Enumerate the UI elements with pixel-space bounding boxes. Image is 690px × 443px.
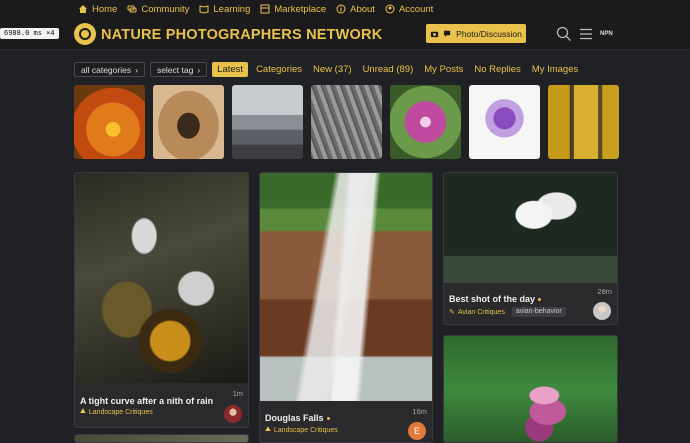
tag-dropdown[interactable]: select tag › [149, 62, 208, 77]
topic-card[interactable] [443, 335, 618, 443]
nav-home[interactable]: Home [78, 4, 117, 15]
user-avatar-npn[interactable]: NPN [600, 31, 613, 37]
thumbnail-pink-flower[interactable] [390, 85, 461, 159]
topic-timestamp: 1m [232, 389, 243, 398]
zoom-badge: 6988.0 ms ×4 [0, 28, 59, 39]
thumbnail-thistle[interactable] [469, 85, 540, 159]
chat-icon [444, 30, 451, 38]
search-icon[interactable] [556, 26, 572, 42]
category-dropdown-label: all categories [81, 64, 132, 75]
user-icon [385, 4, 395, 14]
topic-card[interactable] [74, 434, 249, 443]
tab-my-images[interactable]: My Images [529, 62, 581, 77]
topic-image-pink-leaf[interactable] [444, 336, 617, 442]
nav-home-label: Home [92, 3, 118, 15]
tab-latest[interactable]: Latest [212, 62, 249, 77]
avatar-letter: E [413, 426, 420, 436]
nav-learning-label: Learning [213, 3, 251, 15]
site-header: 6988.0 ms ×4 NATURE PHOTOGRAPHERS NETWOR… [0, 18, 690, 50]
topic-category[interactable]: ✎ Avian Critiques avian-behavior [449, 307, 566, 317]
featured-thumbnails [74, 85, 619, 159]
nav-about-label: About [350, 3, 375, 15]
chevron-right-icon: › [197, 64, 201, 75]
category-dropdown[interactable]: all categories › [74, 62, 145, 77]
home-icon [79, 5, 87, 13]
landscape-category-icon: ⛰ [265, 426, 271, 433]
topic-title[interactable]: A tight curve after a nith of rain [80, 396, 213, 406]
unread-dot [326, 417, 330, 421]
filter-bar: all categories › select tag › Latest Cat… [74, 62, 581, 77]
topic-timestamp: 28m [597, 287, 612, 296]
tab-no-replies[interactable]: No Replies [471, 62, 523, 77]
camera-icon [431, 31, 439, 38]
hamburger-menu-icon[interactable] [578, 26, 594, 42]
avatar[interactable] [593, 302, 611, 320]
topic-title[interactable]: Douglas Falls [265, 413, 330, 423]
feather-icon: ✎ [449, 309, 455, 316]
topic-card[interactable]: Douglas Falls ⛰ Landscape Critiques 16m … [259, 172, 433, 443]
topic-category-label: Avian Critiques [457, 308, 505, 316]
topic-category-label: Landscape Critiques [273, 426, 338, 434]
thumbnail-autumn-forest[interactable] [548, 85, 619, 159]
chat-icon [127, 5, 137, 13]
nav-marketplace-label: Marketplace [274, 3, 327, 15]
topic-image-partial[interactable] [75, 435, 248, 442]
unread-dot [538, 298, 542, 302]
landscape-category-icon: ⛰ [80, 408, 86, 415]
tab-categories[interactable]: Categories [253, 62, 305, 77]
nav-community-label: Community [141, 3, 190, 15]
site-title[interactable]: NATURE PHOTOGRAPHERS NETWORK [101, 27, 382, 43]
topic-category[interactable]: ⛰ Landscape Critiques [80, 408, 153, 416]
tab-unread[interactable]: Unread (89) [360, 62, 417, 77]
topic-timestamp: 16m [412, 407, 427, 416]
tab-my-posts[interactable]: My Posts [421, 62, 466, 77]
photo-discussion-label: Photo/Discussion [456, 28, 522, 39]
topic-title-text: Douglas Falls [265, 413, 324, 423]
book-icon [199, 5, 209, 14]
avatar[interactable]: E [408, 422, 426, 440]
topic-title[interactable]: Best shot of the day [449, 294, 542, 304]
topic-image-stream-rocks[interactable] [75, 173, 248, 383]
topic-title-text: Best shot of the day [449, 294, 536, 304]
nav-community[interactable]: Community [127, 4, 189, 15]
topic-image-egret[interactable] [444, 173, 617, 283]
tag-dropdown-label: select tag [156, 64, 194, 75]
nav-learning[interactable]: Learning [199, 4, 250, 15]
avatar[interactable] [224, 405, 242, 423]
info-icon [336, 4, 346, 14]
store-icon [260, 4, 270, 14]
nav-account-label: Account [398, 3, 434, 15]
site-logo[interactable] [74, 23, 96, 45]
topic-image-waterfall[interactable] [260, 173, 432, 401]
thumbnail-rocky-coast[interactable] [232, 85, 303, 159]
nav-marketplace[interactable]: Marketplace [260, 4, 326, 15]
thumbnail-owlets[interactable] [153, 85, 224, 159]
thumbnail-abstract-gray[interactable] [311, 85, 382, 159]
tag-chip[interactable]: avian-behavior [511, 307, 566, 317]
tab-new[interactable]: New (37) [310, 62, 355, 77]
topic-card[interactable]: Best shot of the day ✎ Avian Critiques a… [443, 172, 618, 325]
topic-card[interactable]: A tight curve after a nith of rain ⛰ Lan… [74, 172, 249, 428]
top-navigation: Home Community Learning Marketplace Abou… [0, 0, 690, 18]
topic-category[interactable]: ⛰ Landscape Critiques [265, 426, 338, 434]
nav-account[interactable]: Account [385, 4, 433, 15]
topic-category-label: Landscape Critiques [88, 408, 153, 416]
thumbnail-orange-flower[interactable] [74, 85, 145, 159]
nav-about[interactable]: About [336, 4, 375, 15]
chevron-right-icon: › [135, 64, 138, 75]
photo-discussion-button[interactable]: Photo/Discussion [426, 24, 526, 43]
